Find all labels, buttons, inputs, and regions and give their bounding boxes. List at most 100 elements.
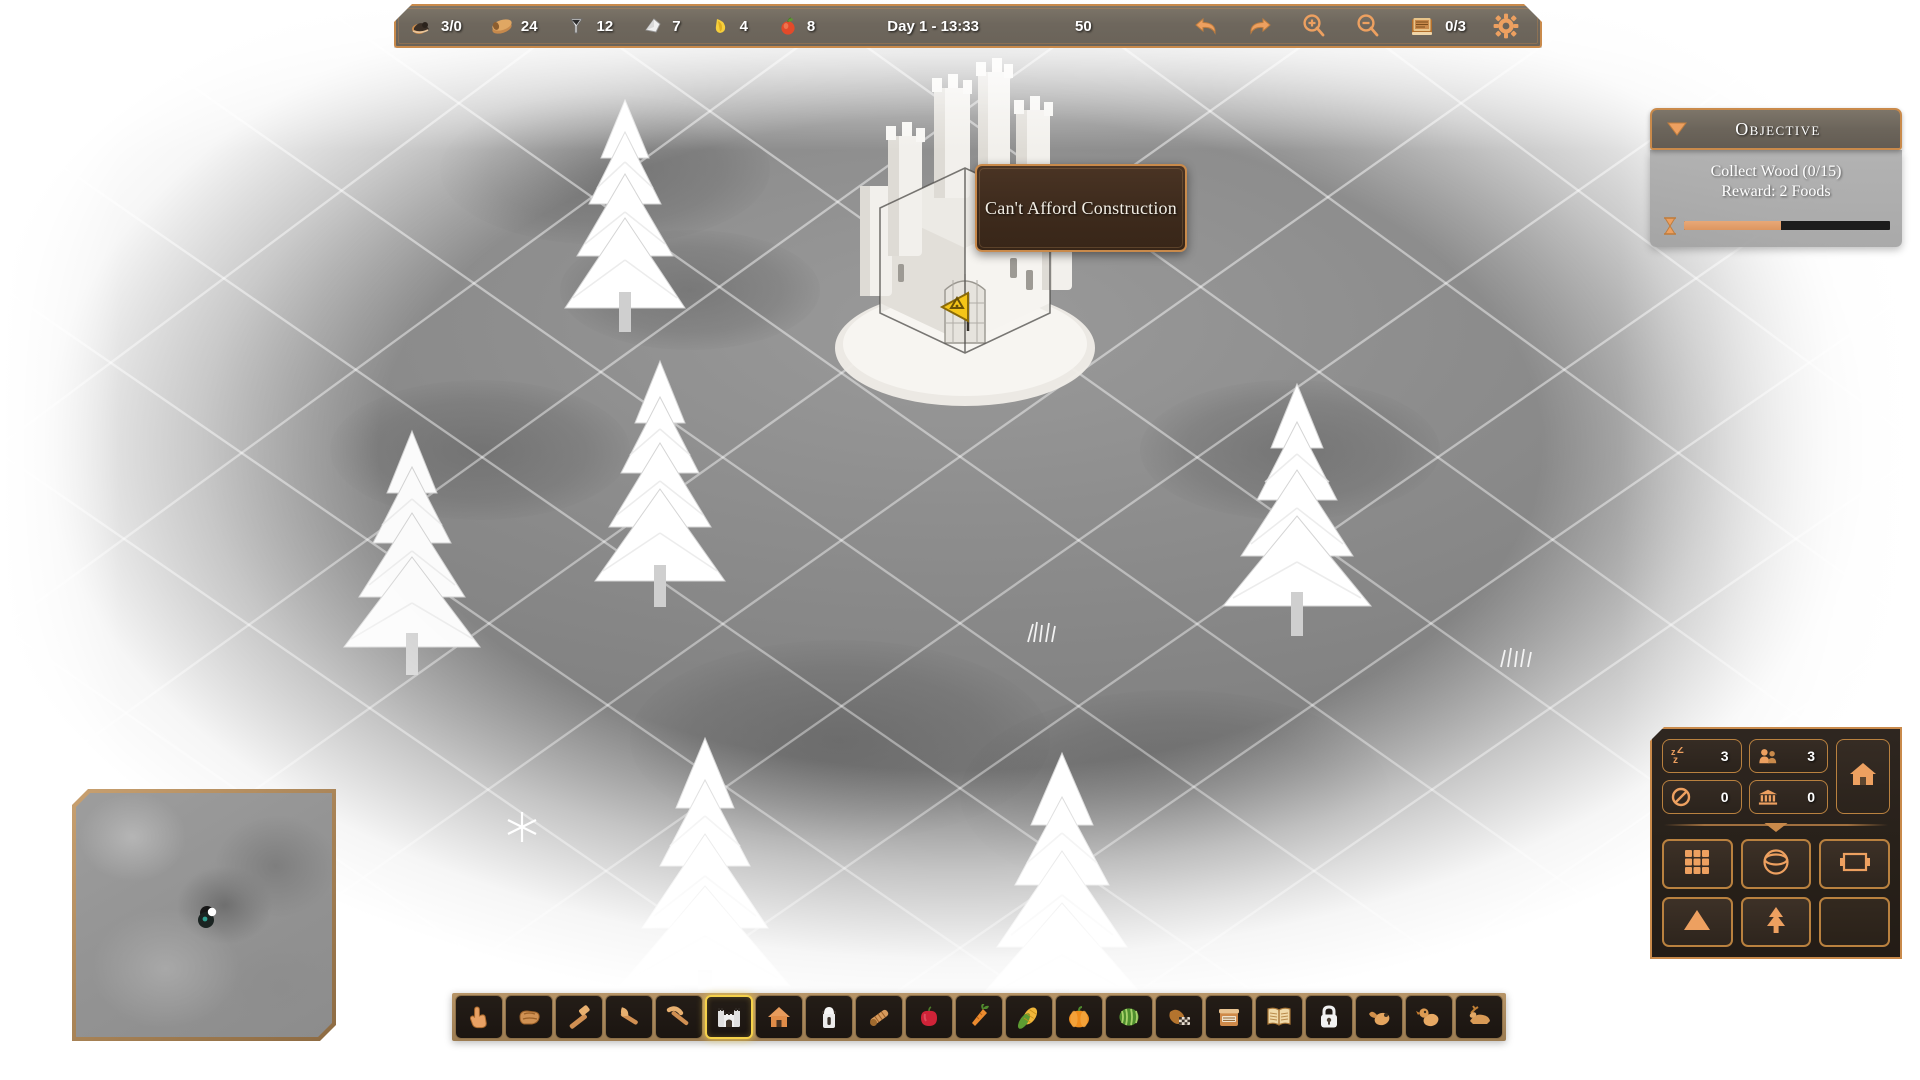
stats-grid: z Z z 3 3 bbox=[1662, 739, 1828, 814]
storage-slot[interactable] bbox=[1205, 995, 1253, 1039]
book-icon bbox=[1408, 12, 1436, 40]
grid-tool-button[interactable] bbox=[1662, 839, 1733, 889]
castle-build-slot[interactable] bbox=[705, 995, 753, 1039]
pumpkin-icon bbox=[1066, 1005, 1092, 1029]
stone-icon bbox=[641, 14, 665, 38]
resource-stone[interactable]: 7 bbox=[627, 14, 694, 38]
resource-tools[interactable]: 12 bbox=[552, 14, 628, 38]
empty-tool-button[interactable] bbox=[1819, 897, 1890, 947]
axe-tool-slot[interactable] bbox=[605, 995, 653, 1039]
stat-blocked-value: 0 bbox=[1721, 789, 1733, 805]
research-book-slot[interactable] bbox=[1255, 995, 1303, 1039]
wood-icon bbox=[490, 14, 514, 38]
top-resource-bar: 3/0 24 12 7 bbox=[394, 4, 1542, 48]
pumpkin-food-slot[interactable] bbox=[1055, 995, 1103, 1039]
stat-buildings-value: 0 bbox=[1807, 789, 1819, 805]
gold-icon bbox=[709, 14, 733, 38]
wood-resource-slot[interactable] bbox=[855, 995, 903, 1039]
svg-text:z: z bbox=[1673, 755, 1678, 765]
carrot-food-slot[interactable] bbox=[955, 995, 1003, 1039]
stat-buildings[interactable]: 0 bbox=[1749, 780, 1829, 814]
terrain-tools-grid bbox=[1662, 839, 1890, 947]
objective-task: Collect Wood (0/15) bbox=[1662, 162, 1890, 182]
log-icon bbox=[866, 1004, 892, 1030]
codex-count: 0/3 bbox=[1445, 18, 1466, 35]
grab-tool-slot[interactable] bbox=[505, 995, 553, 1039]
resource-wood[interactable]: 24 bbox=[476, 14, 552, 38]
meat-icon bbox=[1166, 1005, 1192, 1029]
pickaxe-icon bbox=[666, 1004, 692, 1030]
pickaxe-tool-slot[interactable] bbox=[655, 995, 703, 1039]
undo-button[interactable] bbox=[1192, 12, 1220, 40]
house-icon bbox=[766, 1005, 792, 1029]
hill-tool-button[interactable] bbox=[1662, 897, 1733, 947]
topbar-actions: 0/3 bbox=[1192, 12, 1540, 40]
home-button[interactable] bbox=[1836, 739, 1890, 814]
melon-icon bbox=[1116, 1005, 1142, 1029]
tool-value: 12 bbox=[597, 18, 614, 35]
objective-header[interactable]: Objective bbox=[1650, 108, 1902, 150]
tree-tool-button[interactable] bbox=[1741, 897, 1812, 947]
hammer-tool-slot[interactable] bbox=[555, 995, 603, 1039]
stats-row: z Z z 3 3 bbox=[1662, 739, 1890, 814]
house-icon bbox=[1848, 760, 1878, 793]
objective-progress-fill bbox=[1684, 221, 1781, 230]
fist-icon bbox=[516, 1005, 542, 1029]
tower-build-slot[interactable] bbox=[805, 995, 853, 1039]
build-toolbar bbox=[452, 993, 1506, 1041]
redo-button[interactable] bbox=[1246, 12, 1274, 40]
worker-value: 3/0 bbox=[441, 18, 462, 35]
stat-population[interactable]: 3 bbox=[1749, 739, 1829, 773]
animal-three-slot[interactable] bbox=[1455, 995, 1503, 1039]
meat-food-slot[interactable] bbox=[1155, 995, 1203, 1039]
house-build-slot[interactable] bbox=[755, 995, 803, 1039]
minimap-surface[interactable] bbox=[76, 793, 332, 1037]
panel-divider bbox=[1664, 823, 1888, 831]
resource-workers[interactable]: 3/0 bbox=[396, 14, 476, 38]
zoom-out-button[interactable] bbox=[1354, 12, 1382, 40]
food-value: 8 bbox=[807, 18, 815, 35]
animal-two-slot[interactable] bbox=[1405, 995, 1453, 1039]
blocked-icon bbox=[1671, 787, 1691, 807]
gold-value: 4 bbox=[740, 18, 748, 35]
objective-panel: Objective Collect Wood (0/15) Reward: 2 … bbox=[1650, 108, 1902, 247]
settings-button[interactable] bbox=[1492, 12, 1520, 40]
axe-icon bbox=[616, 1004, 642, 1030]
objective-title: Objective bbox=[1688, 119, 1868, 140]
deer-icon bbox=[1465, 1005, 1493, 1029]
corn-food-slot[interactable] bbox=[1005, 995, 1053, 1039]
locked-slot[interactable] bbox=[1305, 995, 1353, 1039]
pointing-hand-icon bbox=[467, 1004, 491, 1030]
objective-reward: Reward: 2 Foods bbox=[1662, 182, 1890, 202]
apple-food-slot[interactable] bbox=[905, 995, 953, 1039]
select-tool-slot[interactable] bbox=[455, 995, 503, 1039]
codex-button[interactable]: 0/3 bbox=[1408, 12, 1466, 40]
sphere-tool-button[interactable] bbox=[1741, 839, 1812, 889]
book-icon bbox=[1266, 1005, 1292, 1029]
animal-one-slot[interactable] bbox=[1355, 995, 1403, 1039]
flatten-tool-button[interactable] bbox=[1819, 839, 1890, 889]
stat-sleeping-value: 3 bbox=[1721, 748, 1733, 764]
tower-icon bbox=[817, 1004, 841, 1030]
wood-value: 24 bbox=[521, 18, 538, 35]
resource-gold[interactable]: 4 bbox=[695, 14, 762, 38]
stat-sleeping[interactable]: z Z z 3 bbox=[1662, 739, 1742, 773]
score-value: 50 bbox=[1075, 18, 1092, 35]
tooltip-text: Can't Afford Construction bbox=[985, 198, 1177, 219]
objective-timer-row bbox=[1662, 217, 1890, 235]
corn-icon bbox=[1016, 1005, 1042, 1029]
chicken-icon bbox=[1416, 1005, 1442, 1029]
tool-icon bbox=[566, 14, 590, 38]
resource-food[interactable]: 8 bbox=[762, 14, 829, 38]
hourglass-icon bbox=[1662, 217, 1678, 235]
minimap[interactable] bbox=[72, 789, 336, 1041]
melon-food-slot[interactable] bbox=[1105, 995, 1153, 1039]
sleep-icon: z Z z bbox=[1671, 746, 1691, 766]
apple-icon bbox=[917, 1005, 941, 1029]
castle-icon bbox=[716, 1004, 742, 1030]
stat-blocked[interactable]: 0 bbox=[1662, 780, 1742, 814]
chevron-down-icon[interactable] bbox=[1666, 118, 1688, 140]
rectangle-icon bbox=[1839, 849, 1871, 880]
zoom-in-button[interactable] bbox=[1300, 12, 1328, 40]
game-clock: Day 1 - 13:33 bbox=[887, 18, 979, 35]
